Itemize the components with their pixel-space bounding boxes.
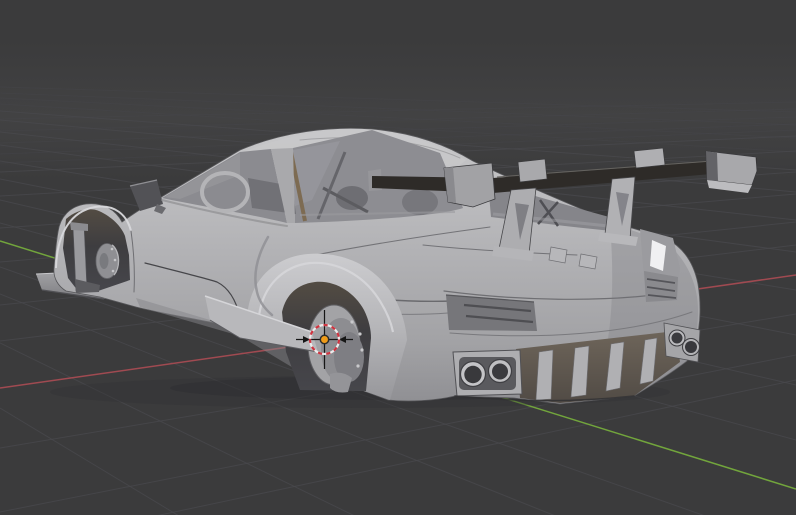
viewport-canvas[interactable] bbox=[0, 0, 796, 515]
exhaust-right-pair[interactable] bbox=[663, 322, 701, 363]
diffuser-fin bbox=[535, 349, 554, 401]
seat bbox=[402, 189, 438, 215]
exhaust-left-pair[interactable] bbox=[452, 349, 523, 397]
wing-endplate-left bbox=[443, 162, 496, 208]
cursor-center-dot bbox=[319, 334, 330, 345]
wing-mount-tab bbox=[517, 158, 548, 183]
wing-endplate-right bbox=[705, 150, 758, 193]
deck-tab bbox=[578, 253, 598, 270]
viewport-3d[interactable] bbox=[0, 0, 796, 515]
deck-tab bbox=[548, 246, 568, 264]
wing-mount-tab bbox=[633, 147, 666, 169]
